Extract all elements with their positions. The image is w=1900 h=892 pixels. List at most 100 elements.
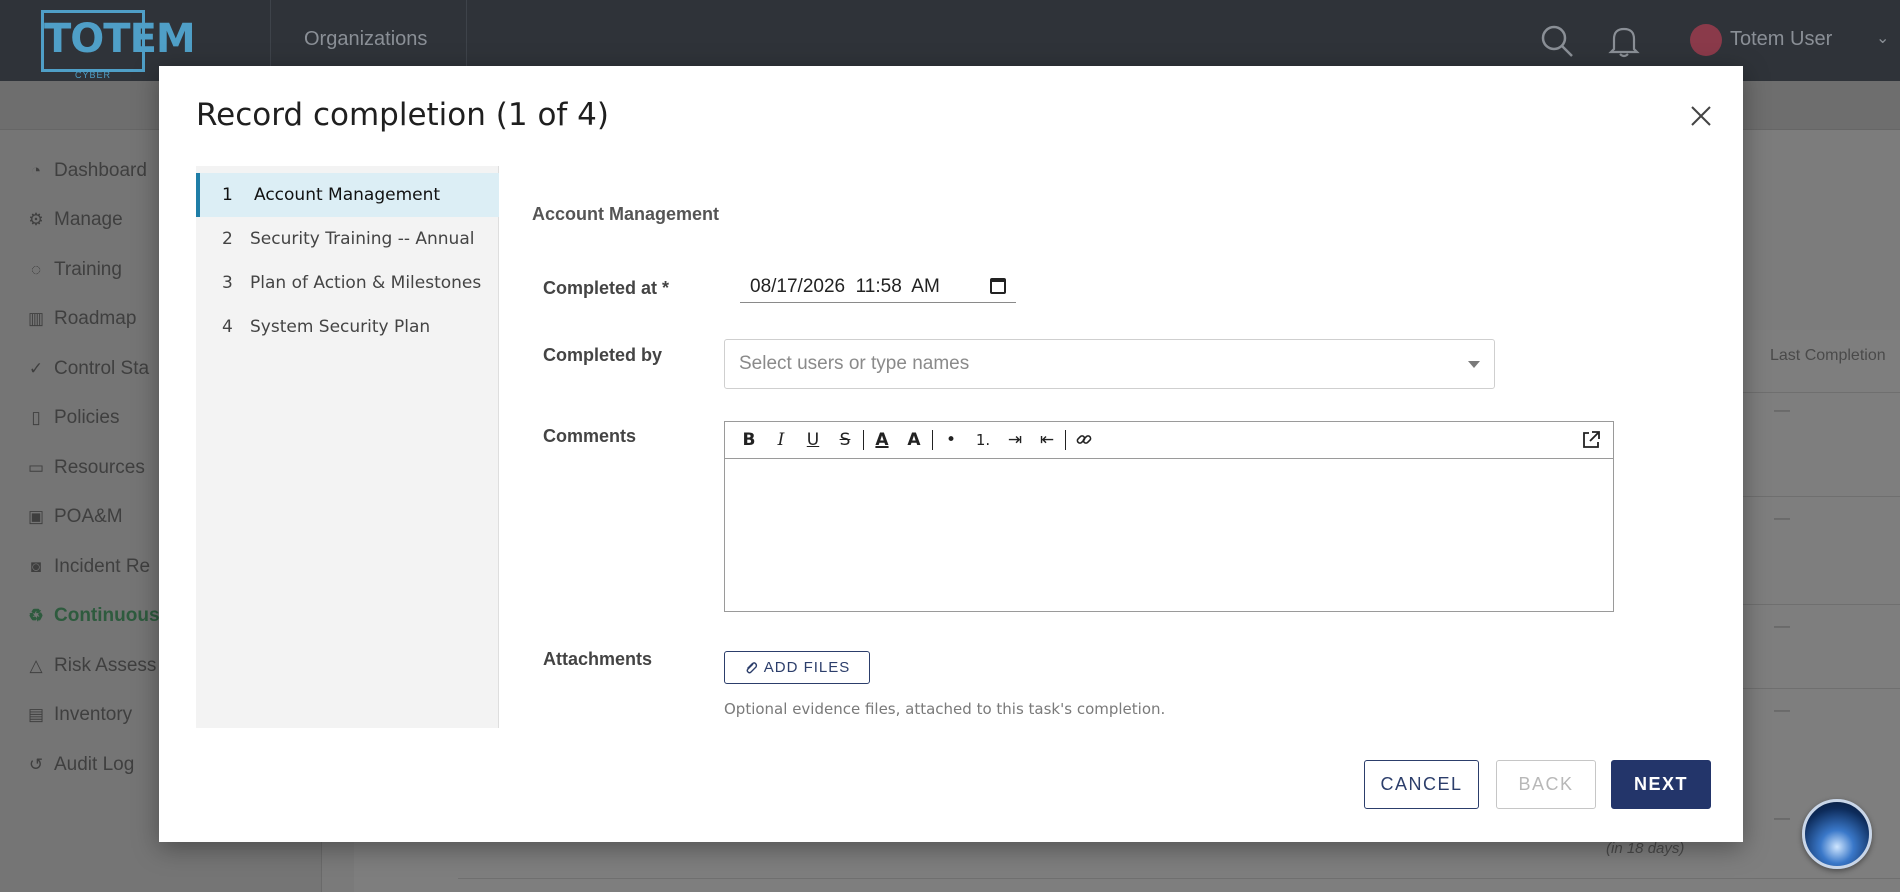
- clipboard-icon: ▣: [27, 507, 45, 526]
- sidebar-item-label: Resources: [54, 457, 145, 478]
- row-divider: [458, 878, 1900, 879]
- sidebar-item-risk-assessment[interactable]: △ Risk Assess: [26, 655, 156, 677]
- sidebar-item-audit-log[interactable]: ↺ Audit Log: [26, 754, 134, 776]
- completed-by-placeholder: Select users or type names: [739, 353, 970, 374]
- column-header-last-completion[interactable]: Last Completion: [1770, 347, 1886, 365]
- step-item-plan-of-action[interactable]: 3 Plan of Action & Milestones: [196, 261, 499, 305]
- sidebar-item-dashboard[interactable]: ◔ Dashboard: [26, 160, 147, 182]
- history-icon: ↺: [28, 755, 44, 774]
- ordered-list-button[interactable]: 1.: [967, 426, 999, 454]
- paperclip-icon: [746, 661, 757, 673]
- background-color-button[interactable]: A: [898, 426, 930, 454]
- cancel-button[interactable]: CANCEL: [1364, 760, 1479, 809]
- step-number: 1: [222, 185, 233, 205]
- nav-link-organizations[interactable]: Organizations: [304, 28, 427, 51]
- document-icon: ▯: [31, 408, 41, 427]
- sidebar-item-label: Incident Re: [54, 556, 151, 577]
- completed-by-label: Completed by: [543, 345, 663, 365]
- underline-button[interactable]: U: [797, 426, 829, 454]
- sidebar-item-incident-response[interactable]: ◙ Incident Re: [26, 556, 150, 578]
- sidebar-item-control-status[interactable]: ✓ Control Sta: [26, 358, 149, 380]
- last-completion-value: —: [1774, 810, 1790, 827]
- sidebar-item-manage[interactable]: ⚙ Manage: [26, 209, 123, 231]
- attachments-label: Attachments: [543, 649, 653, 669]
- sidebar-item-roadmap[interactable]: ▥ Roadmap: [26, 308, 136, 330]
- camera-icon: ◙: [30, 557, 42, 576]
- completed-at-value: 08/17/2026 11:58 AM: [750, 275, 940, 297]
- strikethrough-button[interactable]: S: [829, 426, 861, 454]
- sidebar-item-label: Risk Assess: [54, 655, 157, 676]
- bar-chart-icon: ▤: [27, 705, 45, 724]
- sidebar-item-resources[interactable]: ▭ Resources: [26, 457, 145, 479]
- check-icon: ✓: [28, 359, 44, 378]
- add-files-label: ADD FILES: [763, 659, 851, 676]
- comments-editor: B I U S A A • 1. ⇥ ⇤: [724, 421, 1614, 612]
- sidebar-item-label: Dashboard: [54, 160, 147, 181]
- due-note: (in 18 days): [1606, 840, 1685, 857]
- completed-at-input[interactable]: 08/17/2026 11:58 AM: [740, 271, 1016, 303]
- dashboard-icon: ◔: [30, 161, 42, 180]
- map-icon: ▥: [27, 309, 45, 328]
- last-completion-value: —: [1774, 618, 1790, 635]
- outdent-button[interactable]: ⇤: [1031, 426, 1063, 454]
- toolbar-separator: [863, 430, 864, 450]
- chevron-down-icon[interactable]: ⌄: [1876, 28, 1889, 48]
- sidebar-item-policies[interactable]: ▯ Policies: [26, 407, 119, 429]
- step-number: 3: [222, 273, 233, 293]
- briefcase-icon: ▭: [27, 458, 45, 477]
- bold-button[interactable]: B: [733, 426, 765, 454]
- step-label: System Security Plan: [250, 317, 431, 337]
- toolbar-separator: [1065, 430, 1066, 450]
- lightbulb-icon: ◌: [30, 260, 42, 279]
- sidebar-item-label: Audit Log: [54, 754, 135, 775]
- step-item-security-training[interactable]: 2 Security Training -- Annual: [196, 217, 499, 261]
- sidebar-item-continuous[interactable]: ♻ Continuous: [26, 605, 160, 627]
- last-completion-value: —: [1774, 702, 1790, 719]
- step-number: 4: [222, 317, 233, 337]
- sidebar-item-label: Continuous: [54, 605, 160, 626]
- bell-icon[interactable]: [1608, 24, 1640, 58]
- recycle-icon: ♻: [28, 606, 44, 625]
- record-completion-dialog: Record completion (1 of 4) 1 Account Man…: [159, 66, 1743, 842]
- warning-icon: △: [29, 656, 43, 675]
- step-item-system-security-plan[interactable]: 4 System Security Plan: [196, 305, 499, 349]
- bullet-list-button[interactable]: •: [935, 426, 967, 454]
- app-logo-subtitle: CYBER: [74, 70, 111, 80]
- sidebar-item-poam[interactable]: ▣ POA&M: [26, 506, 123, 528]
- comments-label: Comments: [543, 426, 637, 446]
- user-name[interactable]: Totem User: [1730, 28, 1832, 51]
- comments-textarea[interactable]: [725, 459, 1613, 611]
- indent-button[interactable]: ⇥: [999, 426, 1031, 454]
- next-button[interactable]: NEXT: [1611, 760, 1711, 809]
- completed-by-select[interactable]: Select users or type names: [724, 339, 1495, 389]
- app-logo[interactable]: TOTEM: [41, 10, 196, 72]
- add-files-button[interactable]: ADD FILES: [724, 651, 870, 684]
- avatar[interactable]: [1690, 24, 1722, 56]
- sidebar-item-training[interactable]: ◌ Training: [26, 259, 122, 281]
- sidebar-item-label: Policies: [54, 407, 120, 428]
- close-icon[interactable]: [1688, 103, 1714, 129]
- font-color-button[interactable]: A: [866, 426, 898, 454]
- last-completion-value: —: [1774, 510, 1790, 527]
- toolbar-separator: [932, 430, 933, 450]
- chevron-down-icon[interactable]: [1468, 361, 1480, 368]
- editor-toolbar: B I U S A A • 1. ⇥ ⇤: [725, 422, 1613, 459]
- step-list: 1 Account Management 2 Security Training…: [196, 166, 499, 728]
- sidebar-item-label: Training: [54, 259, 122, 280]
- link-icon[interactable]: [1068, 426, 1100, 454]
- popout-icon[interactable]: [1579, 428, 1603, 452]
- step-item-account-management[interactable]: 1 Account Management: [196, 173, 499, 217]
- assistant-orb-button[interactable]: [1802, 799, 1872, 869]
- back-button[interactable]: BACK: [1496, 760, 1596, 809]
- search-icon[interactable]: [1540, 24, 1574, 58]
- sidebar-item-label: Control Sta: [54, 358, 150, 379]
- sidebar-item-inventory[interactable]: ▤ Inventory: [26, 704, 132, 726]
- dialog-title: Record completion (1 of 4): [196, 97, 609, 133]
- step-label: Account Management: [254, 185, 441, 205]
- step-number: 2: [222, 229, 233, 249]
- italic-button[interactable]: I: [765, 426, 797, 454]
- calendar-icon[interactable]: [990, 278, 1006, 294]
- section-title: Account Management: [532, 204, 720, 224]
- sidebar-item-label: Manage: [54, 209, 123, 230]
- completed-at-label: Completed at *: [543, 278, 670, 298]
